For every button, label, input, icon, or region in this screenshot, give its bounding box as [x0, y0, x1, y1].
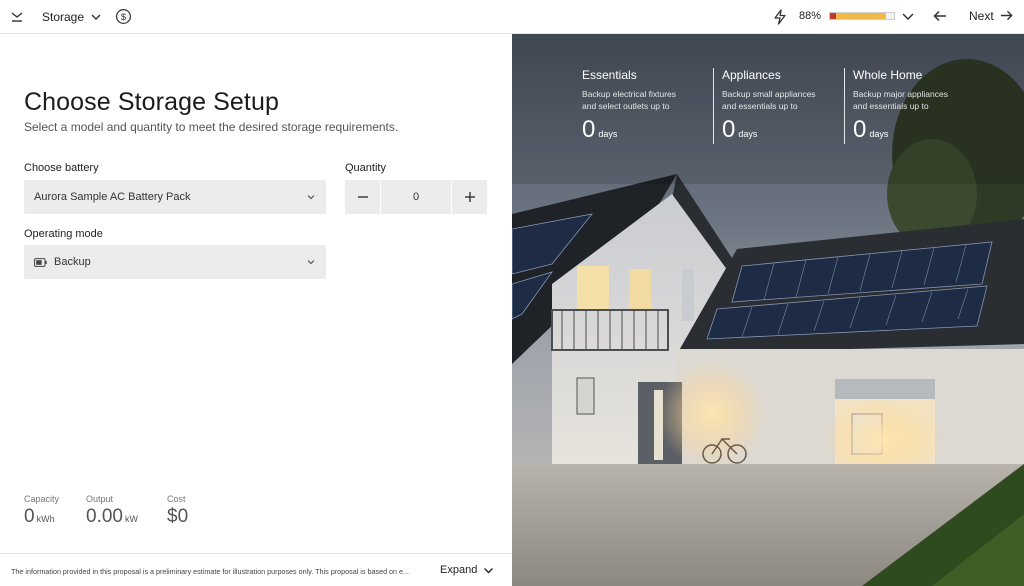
backup-whole-home: Whole Home Backup major appliances and es… — [844, 68, 975, 144]
plus-icon — [464, 192, 475, 202]
backup-whole-home-unit: days — [869, 129, 889, 139]
backup-essentials-desc-line2: and select outlets up to — [582, 101, 670, 111]
house-illustration-panel: Essentials Backup electrical fixtures and… — [512, 34, 1024, 586]
svg-text:$: $ — [121, 12, 127, 23]
quantity-label: Quantity — [345, 162, 386, 174]
backup-appliances: Appliances Backup small appliances and es… — [713, 68, 844, 144]
top-bar: Storage $ 88% Next — [0, 0, 1024, 34]
backup-appliances-value: 0 — [722, 116, 736, 143]
cost-label: Cost — [167, 494, 186, 504]
collapse-icon[interactable] — [8, 8, 26, 26]
energy-offset-percent: 88% — [799, 10, 822, 22]
backup-appliances-unit: days — [738, 129, 758, 139]
backup-duration-overlay: Essentials Backup electrical fixtures and… — [582, 68, 1024, 144]
battery-icon — [34, 257, 47, 267]
page-subtitle: Select a model and quantity to meet the … — [24, 120, 399, 134]
disclaimer-footer: The information provided in this proposa… — [0, 553, 512, 586]
backup-whole-home-value: 0 — [853, 116, 867, 143]
backup-essentials-unit: days — [598, 129, 618, 139]
backup-appliances-desc-line1: Backup small appliances — [722, 89, 816, 99]
next-button[interactable]: Next — [969, 8, 1014, 23]
minus-icon — [357, 196, 368, 198]
backup-whole-home-desc-line1: Backup major appliances — [853, 89, 948, 99]
cost-stat: Cost $0 — [167, 494, 188, 528]
choose-battery-label: Choose battery — [24, 162, 99, 174]
chevron-down-icon — [91, 14, 101, 20]
backup-essentials-desc-line1: Backup electrical fixtures — [582, 89, 677, 99]
decrement-button[interactable] — [345, 180, 380, 214]
chevron-down-icon — [484, 567, 494, 573]
page-selector-label: Storage — [42, 10, 85, 24]
backup-essentials: Essentials Backup electrical fixtures and… — [582, 68, 713, 144]
backup-appliances-desc-line2: and essentials up to — [722, 101, 798, 111]
quantity-input[interactable]: 0 — [380, 180, 452, 214]
operating-mode-value: Backup — [54, 256, 91, 268]
expand-button[interactable]: Expand — [440, 564, 494, 576]
output-stat: Output 0.00 kW — [86, 494, 138, 528]
operating-mode-select[interactable]: Backup — [24, 245, 326, 279]
output-unit: kW — [124, 514, 138, 524]
capacity-unit: kWh — [36, 514, 55, 524]
chevron-down-icon — [307, 195, 315, 200]
backup-essentials-title: Essentials — [582, 68, 637, 82]
backup-whole-home-desc-line2: and essentials up to — [853, 101, 929, 111]
arrow-right-icon — [1000, 10, 1013, 21]
capacity-stat: Capacity 0 kWh — [24, 494, 59, 528]
battery-select-value: Aurora Sample AC Battery Pack — [34, 191, 191, 203]
disclaimer-text: The information provided in this proposa… — [11, 567, 410, 576]
storage-setup-panel: Choose Storage Setup Select a model and … — [0, 34, 512, 586]
energy-offset-bar — [829, 12, 895, 20]
output-label: Output — [86, 494, 114, 504]
energy-offset-bar-fill — [830, 13, 887, 19]
dollar-circle-icon[interactable]: $ — [115, 8, 132, 25]
page-selector[interactable]: Storage — [42, 8, 102, 26]
arrow-left-icon[interactable] — [932, 8, 948, 24]
page-title: Choose Storage Setup — [24, 88, 279, 116]
expand-button-label: Expand — [440, 564, 478, 576]
increment-button[interactable] — [452, 180, 487, 214]
quantity-stepper: 0 — [345, 180, 487, 214]
battery-select[interactable]: Aurora Sample AC Battery Pack — [24, 180, 326, 214]
capacity-value: 0 — [24, 506, 35, 527]
energy-offset-bar-cap — [830, 13, 836, 19]
chevron-down-icon[interactable] — [901, 9, 915, 23]
next-button-label: Next — [969, 8, 994, 23]
backup-whole-home-title: Whole Home — [853, 68, 923, 82]
lightning-bolt-icon — [774, 9, 786, 25]
chevron-down-icon — [307, 260, 315, 265]
backup-essentials-value: 0 — [582, 116, 596, 143]
backup-appliances-title: Appliances — [722, 68, 781, 82]
capacity-label: Capacity — [24, 494, 60, 504]
output-value: 0.00 — [86, 506, 123, 527]
operating-mode-label: Operating mode — [24, 228, 103, 240]
cost-value: $0 — [167, 506, 189, 527]
